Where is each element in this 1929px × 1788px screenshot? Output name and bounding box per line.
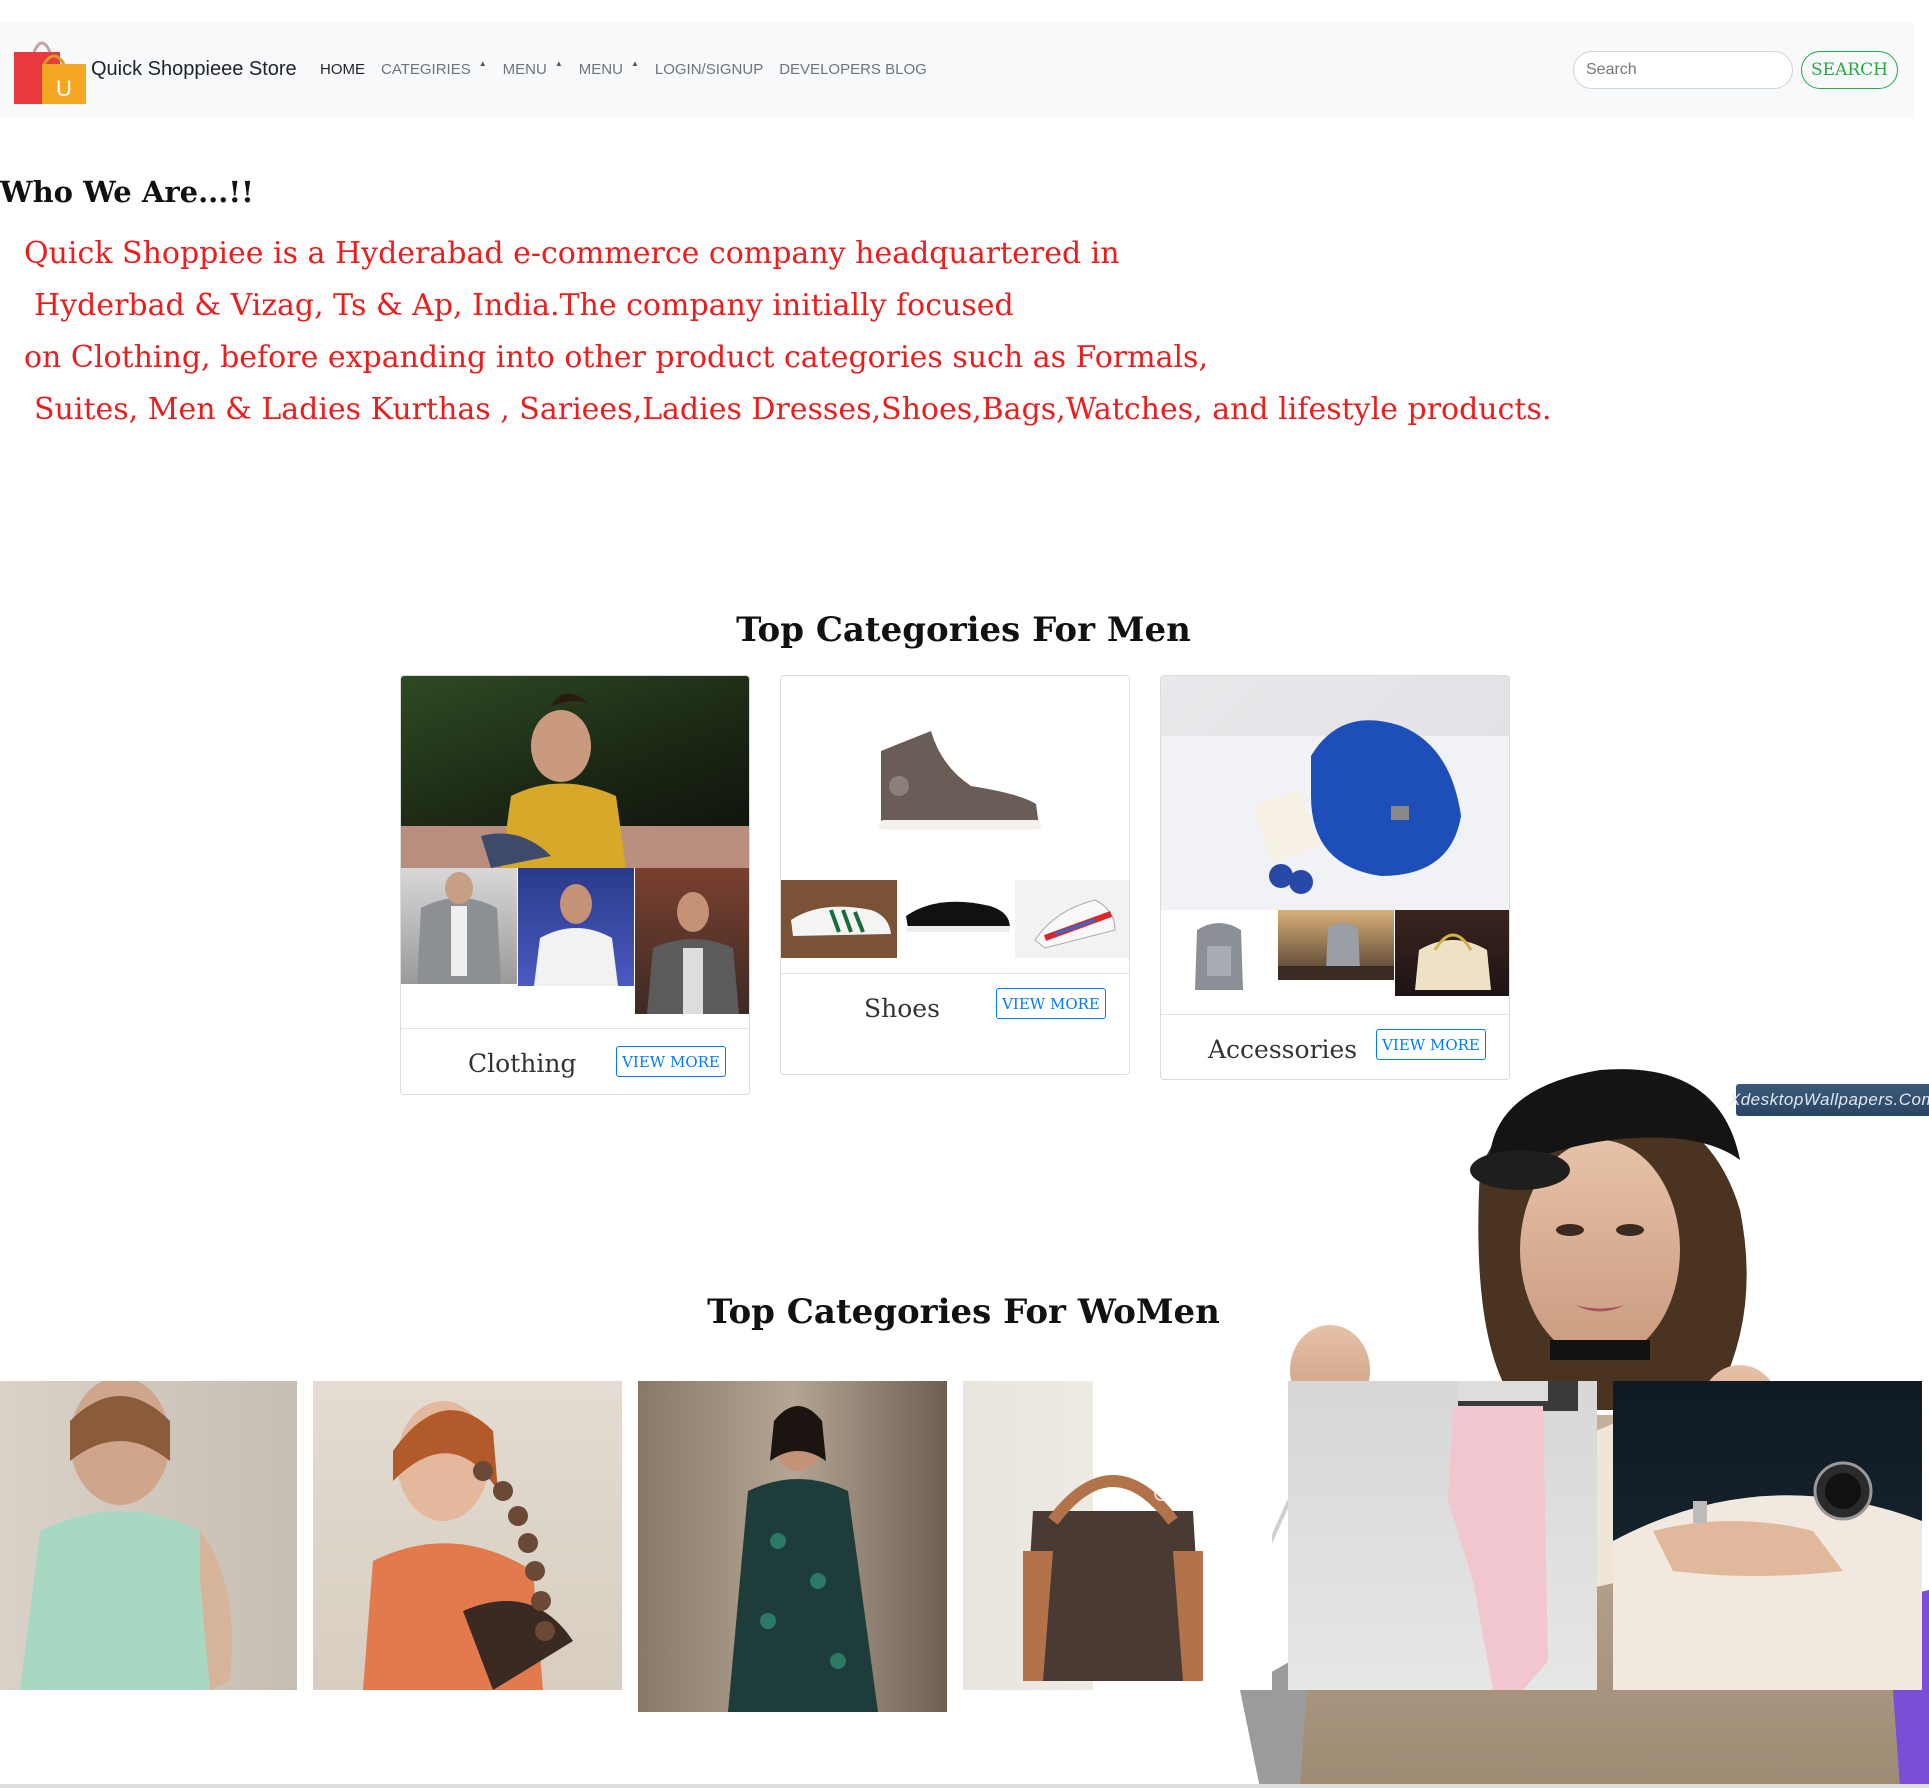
women-category-tile[interactable] (313, 1381, 622, 1690)
dropdown-caret-icon: ▲ (478, 59, 487, 68)
category-card-shoes: Shoes View More (780, 675, 1130, 1075)
women-category-tile[interactable] (638, 1381, 947, 1712)
women-category-tile[interactable] (0, 1381, 297, 1690)
search-button[interactable]: Search (1801, 51, 1898, 89)
about-line: on Clothing, before expanding into other… (24, 340, 1208, 375)
men-section-title: Top Categories For Men (736, 610, 1191, 650)
accessories-thumb-image[interactable] (1395, 910, 1509, 996)
clothing-thumb-image[interactable] (401, 868, 517, 984)
dropdown-caret-icon: ▲ (630, 59, 639, 68)
nav-link-label: Home (320, 61, 365, 78)
footer-divider (0, 1784, 1929, 1788)
card-footer: Clothing View More (401, 1028, 749, 1094)
about-line: Quick Shoppiee is a Hyderabad e-commerce… (24, 236, 1120, 271)
nav-link-label: Categiries (381, 61, 471, 78)
women-category-tile[interactable] (1288, 1381, 1597, 1690)
nav-link-developers-blog[interactable]: Developers Blog (779, 61, 927, 78)
shoes-thumb-image[interactable] (781, 880, 897, 958)
women-category-tile[interactable]: Gabysbags (963, 1381, 1272, 1690)
view-more-button[interactable]: View More (996, 988, 1106, 1019)
nav-link-label: Menu (502, 61, 547, 78)
nav-link-label: Login/Signup (654, 61, 764, 78)
shoes-thumb-image[interactable] (898, 880, 1014, 958)
about-title: Who We Are...!! (0, 175, 254, 209)
nav-link-label: Menu (578, 61, 623, 78)
nav-link-menu[interactable]: Menu ▲ (502, 59, 563, 78)
shopping-bag-logo-icon[interactable]: U (12, 34, 88, 106)
shoes-thumb-image[interactable] (1015, 880, 1129, 958)
clothing-main-image[interactable] (401, 676, 749, 868)
search-input[interactable] (1573, 51, 1793, 89)
accessories-thumb-image[interactable] (1161, 910, 1277, 998)
about-line: Suites, Men & Ladies Kurthas , Sariees,L… (34, 392, 1552, 427)
view-more-button[interactable]: View More (1376, 1029, 1486, 1060)
nav-link-label: Developers Blog (779, 61, 927, 78)
category-card-clothing: Clothing View More (400, 675, 750, 1095)
accessories-thumb-image[interactable] (1278, 910, 1394, 980)
about-text: Quick Shoppiee is a Hyderabad e-commerce… (0, 234, 1551, 442)
clothing-thumb-image[interactable] (635, 868, 749, 1014)
about-line: Hyderbad & Vizag, Ts & Ap, India.The com… (34, 288, 1014, 323)
card-label: Clothing (468, 1049, 577, 1078)
view-more-button[interactable]: View More (616, 1046, 726, 1077)
nav-link-home[interactable]: Home (320, 61, 365, 78)
women-section-title: Top Categories For WoMen (707, 1292, 1220, 1332)
card-footer: Shoes View More (781, 973, 1129, 1074)
card-footer: Accessories View More (1161, 1014, 1509, 1079)
dropdown-caret-icon: ▲ (554, 59, 563, 68)
navbar: U Quick Shoppieee Store Home Categiries ▲ M… (0, 22, 1915, 118)
shoes-main-image[interactable] (781, 676, 1129, 880)
nav-link-login-signup[interactable]: Login/Signup (655, 61, 763, 78)
nav-links: Home Categiries ▲ Menu ▲ Menu ▲ Login/Signup Dev… (320, 59, 943, 78)
women-category-tile[interactable] (1613, 1381, 1922, 1690)
watermark-label: XdesktopWallpapers.Com (1729, 1084, 1929, 1116)
brand-name[interactable]: Quick Shoppieee Store (91, 58, 297, 81)
nav-link-menu[interactable]: Menu ▲ (578, 59, 639, 78)
clothing-thumb-image[interactable] (518, 868, 634, 986)
category-card-accessories: Accessories View More (1160, 675, 1510, 1080)
nav-link-categiries[interactable]: Categiries ▲ (381, 59, 487, 78)
svg-text:Gabysbags: Gabysbags (1153, 1481, 1264, 1506)
card-label: Accessories (1208, 1035, 1358, 1064)
accessories-main-image[interactable] (1161, 676, 1509, 910)
card-label: Shoes (864, 994, 940, 1023)
svg-text:U: U (56, 76, 72, 101)
